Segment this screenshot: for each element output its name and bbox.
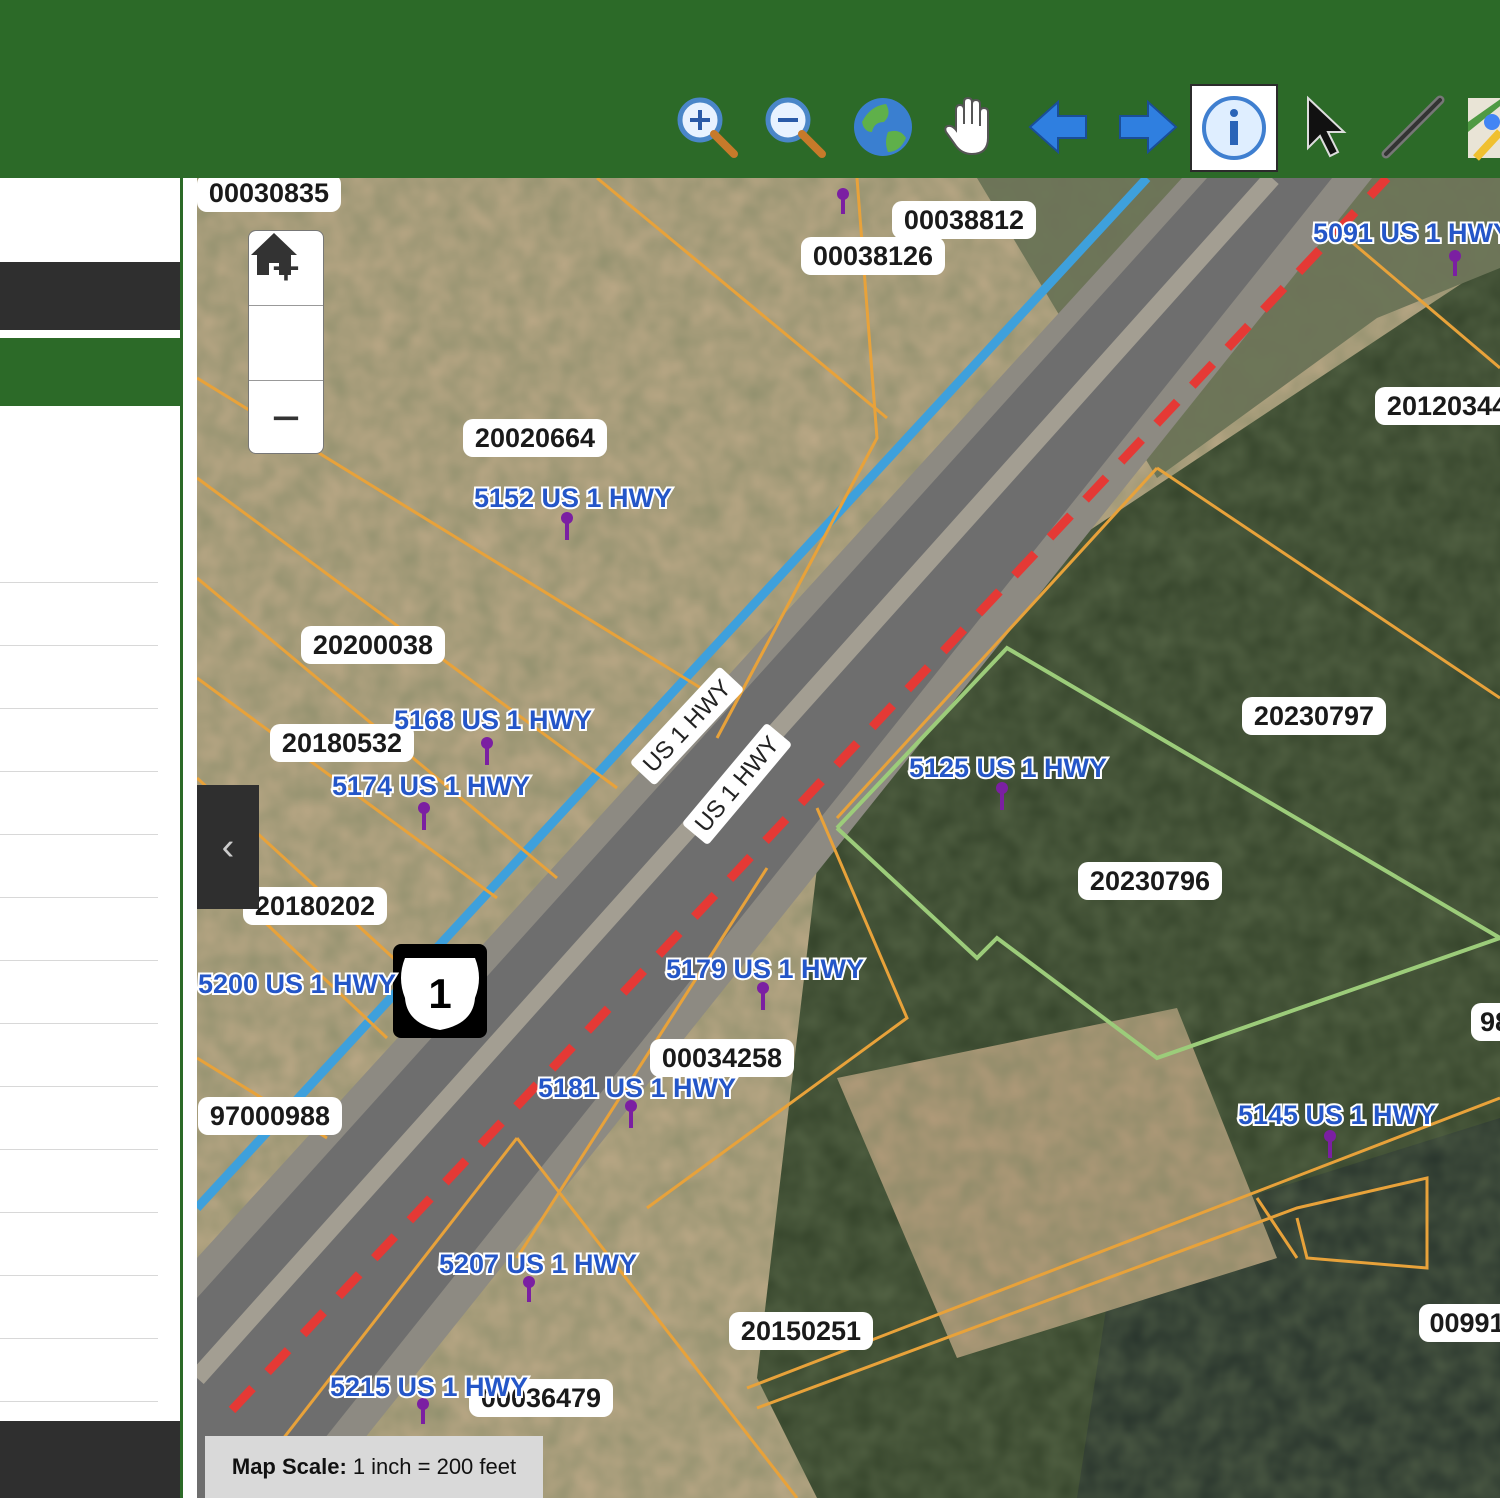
globe-icon: [854, 98, 912, 156]
parcel-id-label: 20230797: [1242, 697, 1386, 735]
google-maps-button[interactable]: [1462, 92, 1500, 162]
map-scale-label: Map Scale:: [231, 1454, 347, 1479]
route-shield: 1: [393, 944, 487, 1038]
parcel-id-text: 20120344: [1387, 391, 1500, 421]
parcel-id-label: 20200038: [301, 626, 445, 664]
address-label: 5174 US 1 HWY: [332, 771, 530, 801]
map-zoom-out-button[interactable]: −: [249, 381, 323, 453]
parcel-id-text: 00038126: [813, 241, 933, 271]
parcel-id-text: 20200038: [313, 630, 433, 660]
arrow-right-icon: [1119, 99, 1178, 155]
panel-row-divider: [0, 834, 158, 835]
parcel-id-text: 20180532: [282, 728, 402, 758]
panel-row-divider: [0, 897, 158, 898]
parcel-id-label: 98: [1471, 1003, 1500, 1041]
magnifier-minus-icon: [765, 97, 826, 158]
parcel-id-label: 00034258: [650, 1039, 794, 1077]
address-label: 5091 US 1 HWY: [1313, 218, 1500, 248]
select-button[interactable]: [1290, 92, 1360, 162]
parcel-id-label: 20230796: [1078, 862, 1222, 900]
address-label: 5181 US 1 HWY: [538, 1073, 736, 1103]
collapse-panel-button[interactable]: ‹: [197, 785, 259, 909]
address-label: 5125 US 1 HWY: [909, 753, 1107, 783]
zoom-out-button[interactable]: [760, 92, 830, 162]
address-label: 5207 US 1 HWY: [439, 1249, 637, 1279]
next-extent-button[interactable]: [1112, 92, 1182, 162]
arrow-left-icon: [1028, 99, 1087, 155]
panel-row-divider: [0, 582, 158, 583]
address-label: 5145 US 1 HWY: [1238, 1100, 1436, 1130]
pointer-icon: [1307, 95, 1347, 158]
panel-row-divider: [0, 771, 158, 772]
info-icon: [1202, 96, 1266, 160]
panel-row-divider: [0, 1086, 158, 1087]
chevron-left-icon: ‹: [221, 825, 235, 868]
route-number: 1: [428, 970, 451, 1017]
parcel-id-label: 00038812: [892, 201, 1036, 239]
identify-button[interactable]: [1190, 84, 1278, 172]
parcel-id-label: 00030835: [197, 178, 341, 212]
panel-section-bar: [0, 338, 180, 406]
panel-row-divider: [0, 1275, 158, 1276]
address-label: 5200 US 1 HWY: [198, 969, 396, 999]
home-icon: [251, 233, 297, 275]
panel-row-divider: [0, 1212, 158, 1213]
parcel-id-label: 97000988: [198, 1097, 342, 1135]
parcel-id-label: 20150251: [729, 1312, 873, 1350]
parcel-id-label: 20180532: [270, 724, 414, 762]
parcel-id-label: 20020664: [463, 419, 607, 457]
parcel-id-label: 20120344: [1375, 387, 1500, 425]
minus-icon: −: [271, 390, 301, 446]
map-canvas: US 1 HWY US 1 HWY 1 00030835000388120003…: [197, 178, 1500, 1498]
map-scale-value: 1 inch = 200 feet: [352, 1454, 517, 1479]
map-view[interactable]: US 1 HWY US 1 HWY 1 00030835 00038812 0003…: [197, 178, 1500, 1498]
panel-row-divider: [0, 960, 158, 961]
parcel-id-text: 20020664: [475, 423, 595, 453]
full-extent-button[interactable]: [848, 92, 918, 162]
parcel-id-label: 00991: [1419, 1304, 1500, 1342]
parcel-id-text: 97000988: [210, 1101, 330, 1131]
panel-header-bar: [0, 262, 180, 330]
parcel-id-text: 20230796: [1090, 866, 1210, 896]
address-label: 5179 US 1 HWY: [666, 954, 864, 984]
address-label: 5152 US 1 HWY: [474, 483, 672, 513]
parcel-id-text: 20230797: [1254, 701, 1374, 731]
google-maps-icon: [1468, 98, 1500, 161]
panel-row-divider: [0, 1023, 158, 1024]
hand-icon: [944, 96, 989, 156]
parcel-id-text: 20180202: [255, 891, 375, 921]
parcel-id-text: 00030835: [209, 178, 329, 208]
address-label: 5168 US 1 HWY: [394, 705, 592, 735]
measure-button[interactable]: [1378, 92, 1448, 162]
parcel-id-text: 00991: [1429, 1308, 1500, 1338]
panel-row-divider: [0, 1401, 158, 1402]
panel-footer-bar: [0, 1421, 180, 1498]
zoom-in-button[interactable]: [672, 92, 742, 162]
parcel-id-text: 98: [1480, 1007, 1500, 1037]
parcel-id-text: 00034258: [662, 1043, 782, 1073]
parcel-id-label: 20180202: [243, 887, 387, 925]
address-label: 5215 US 1 HWY: [330, 1372, 528, 1402]
parcel-id-label: 00038126: [801, 237, 945, 275]
panel-row-divider: [0, 1149, 158, 1150]
magnifier-plus-icon: [677, 97, 738, 158]
ruler-line-icon: [1381, 95, 1445, 159]
app-header: [0, 0, 1500, 178]
parcel-id-text: 20150251: [741, 1316, 861, 1346]
map-scale: Map Scale: 1 inch = 200 feet: [205, 1436, 543, 1498]
parcel-id-text: 00038812: [904, 205, 1024, 235]
previous-extent-button[interactable]: [1024, 92, 1094, 162]
left-panel: [0, 178, 180, 1498]
pan-button[interactable]: [936, 92, 1006, 162]
panel-splitter[interactable]: [180, 178, 197, 1498]
panel-row-divider: [0, 1338, 158, 1339]
zoom-control: + −: [248, 230, 324, 454]
panel-row-divider: [0, 645, 158, 646]
map-home-button[interactable]: [249, 233, 323, 381]
panel-row-divider: [0, 708, 158, 709]
